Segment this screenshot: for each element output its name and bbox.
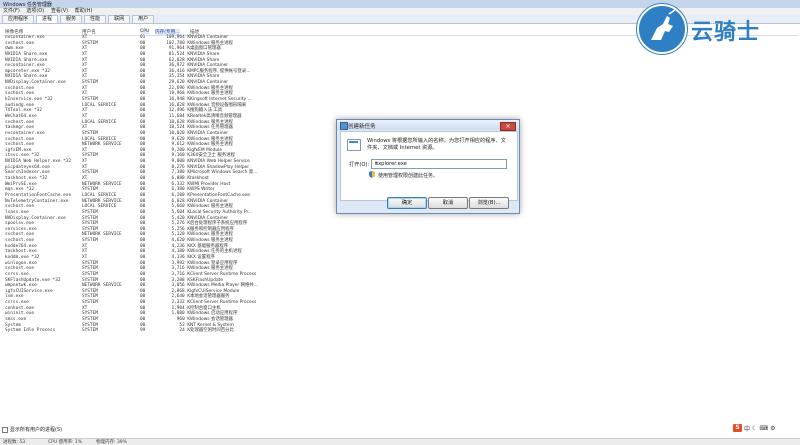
show-all-users-label: 显示所有用户的进程(S) [10,427,63,433]
system-tray: S 中 ☾ ⌨ ⚙ [733,423,799,433]
status-cpu: CPU 使用率: 1% [48,440,83,445]
keyboard-icon[interactable]: ⌨ [759,425,768,432]
tab-processes[interactable]: 进程 [36,15,59,23]
menu-view[interactable]: 查看(V) [51,8,68,14]
header-cpu[interactable]: CPU [140,29,150,34]
tab-performance[interactable]: 性能 [84,15,107,23]
watermark-brand: 云骑士 [691,20,761,45]
cell-description: 处理器空闲时间百分比 [190,328,234,334]
menu-options[interactable]: 选项(O) [26,8,44,14]
menu-file[interactable]: 文件(F) [3,8,20,14]
browse-button[interactable]: 浏览(B)... [469,197,509,209]
tab-services[interactable]: 服务 [60,15,83,23]
dialog-title: 创建新任务 [348,124,376,130]
gear-icon[interactable]: ⚙ [770,425,775,432]
watermark-logo: 云骑士 [633,2,793,54]
process-table: 映像名称 用户名 CPU 内存(专用... 描述 nvcontainer.exe… [2,29,798,417]
tab-networking[interactable]: 联网 [108,15,131,23]
status-processes: 进程数: 53 [3,440,26,445]
table-row[interactable]: System Idle Process SYSTEM 99 24 K 处理器空闲时间百分… [2,328,798,334]
cancel-button[interactable]: 取消 [428,197,468,209]
ime-mode-label[interactable]: 中 [744,424,750,433]
tab-applications[interactable]: 应用程序 [2,15,35,23]
open-input[interactable]: explorer.exe ▾ [371,159,507,169]
admin-note: 使用管理权限创建此任务。 [378,173,439,179]
status-memory: 物理内存: 39% [96,440,127,445]
cell-image-name: System Idle Process [5,328,56,334]
show-all-users-checkbox[interactable]: 显示所有用户的进程(S) [2,426,62,433]
window-title: Windows 任务管理器 [3,2,52,8]
cell-cpu: 99 [140,328,146,334]
ok-button[interactable]: 确定 [387,197,427,209]
knight-logo-icon [637,4,687,54]
chevron-down-icon[interactable]: ▾ [375,161,504,166]
checkbox-box[interactable] [2,426,8,433]
cell-memory: 24 K [179,328,190,334]
run-icon [340,122,348,130]
create-task-dialog: 创建新任务 ✕ Windows 将根据您所输入的名称，为您打开相应的程序、文件夹… [336,119,520,214]
shield-icon [369,171,375,178]
cell-user-name: SYSTEM [82,328,98,334]
dialog-prompt: Windows 将根据您所输入的名称，为您打开相应的程序、文件夹、文档或 Int… [367,138,506,151]
ime-icon[interactable]: S [733,424,742,432]
tab-users[interactable]: 用户 [132,15,155,23]
moon-icon[interactable]: ☾ [752,425,757,432]
dialog-body: Windows 将根据您所输入的名称，为您打开相应的程序、文件夹、文档或 Int… [340,131,518,201]
close-icon[interactable]: ✕ [500,122,516,131]
menu-help[interactable]: 帮助(H) [75,8,93,14]
open-label: 打开(O): [349,162,370,168]
dialog-titlebar: 创建新任务 ✕ [337,120,519,131]
run-program-icon [347,139,361,151]
